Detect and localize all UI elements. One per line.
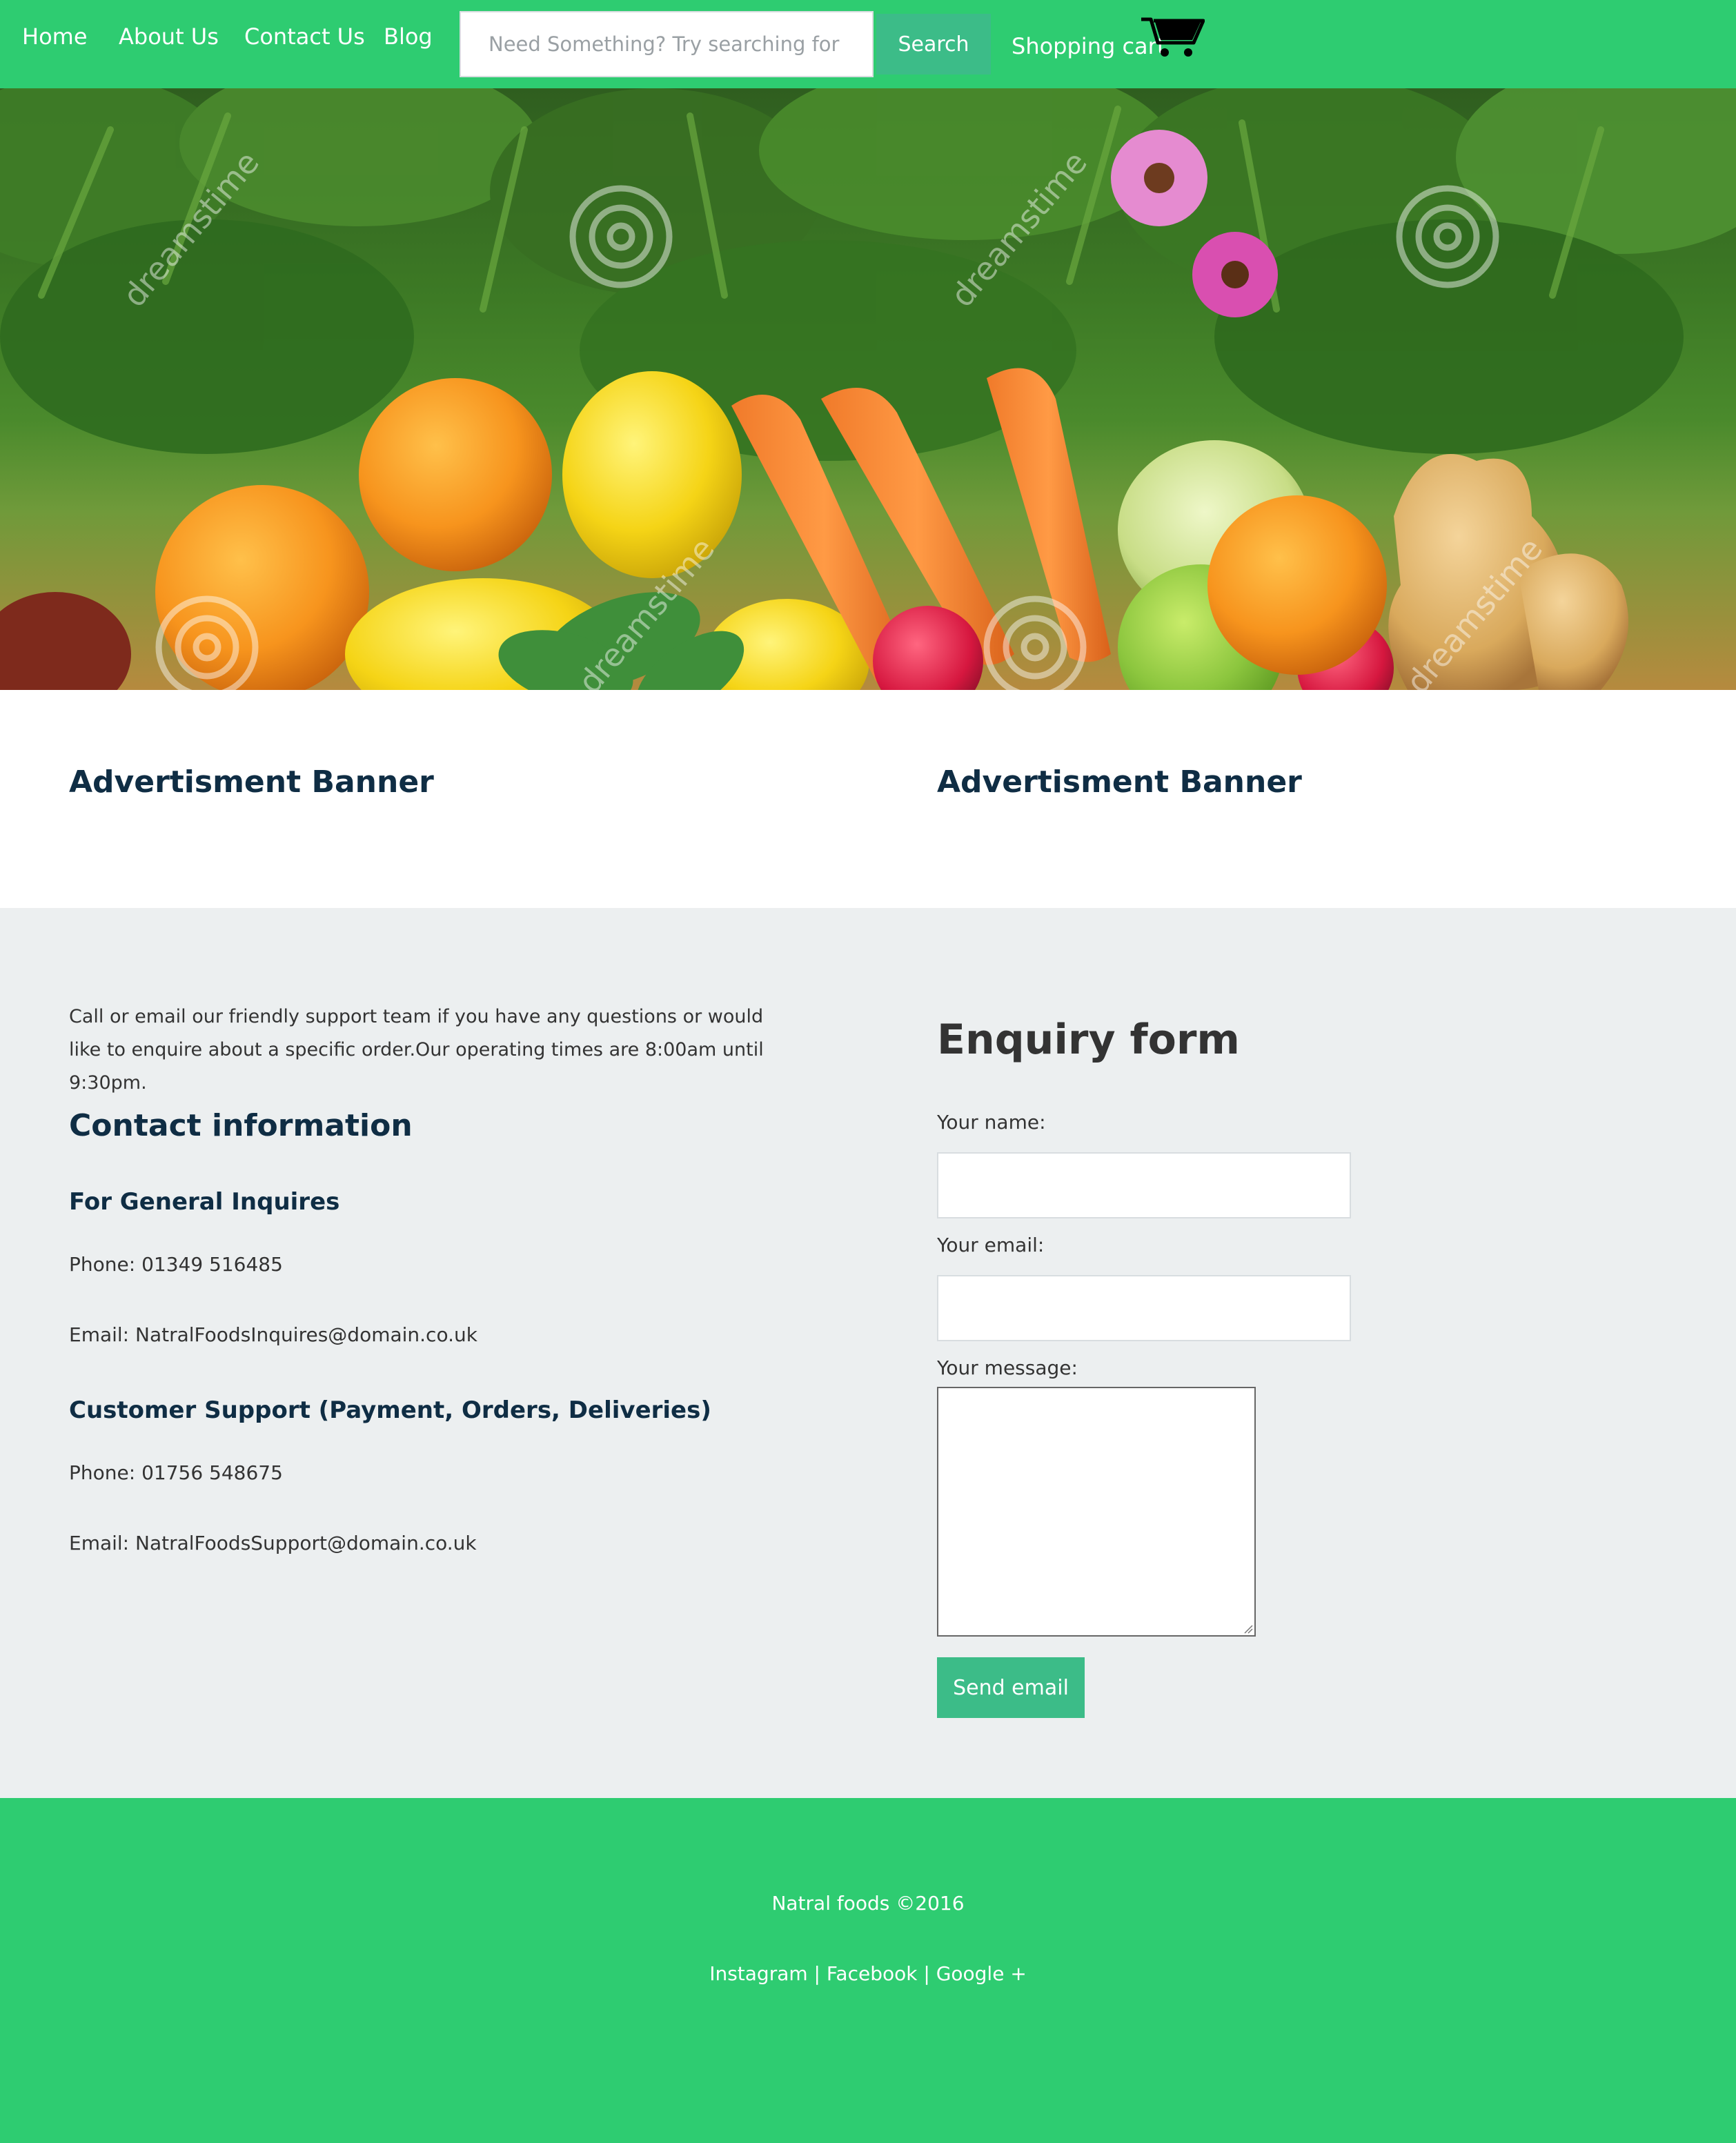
- name-field[interactable]: [937, 1152, 1351, 1218]
- send-email-button[interactable]: Send email: [937, 1657, 1085, 1718]
- advertisement-banner-right[interactable]: Advertisment Banner: [937, 764, 1302, 800]
- social-links: Instagram | Facebook | Google +: [0, 1962, 1736, 1985]
- hero-image: dreamstime dreamstime dreamstime dreamst…: [0, 88, 1736, 690]
- general-inquiries-heading: For General Inquires: [69, 1188, 340, 1216]
- nav-contact-link[interactable]: Contact Us: [244, 23, 365, 50]
- support-intro-text: Call or email our friendly support team …: [69, 1006, 764, 1094]
- search-input[interactable]: [460, 11, 874, 77]
- contact-information-heading: Contact information: [69, 1108, 413, 1143]
- navbar: Home About Us Contact Us Blog Search Sho…: [0, 0, 1736, 88]
- footer: Natral foods ©2016 Instagram | Facebook …: [0, 1798, 1736, 2143]
- fruits-vegetables-illustration: dreamstime dreamstime dreamstime dreamst…: [0, 88, 1736, 690]
- search-button[interactable]: Search: [876, 14, 991, 75]
- google-plus-link[interactable]: Google +: [936, 1962, 1027, 1985]
- message-textarea[interactable]: [937, 1387, 1256, 1637]
- customer-support-heading: Customer Support (Payment, Orders, Deliv…: [69, 1396, 711, 1424]
- general-phone: Phone: 01349 516485: [69, 1253, 283, 1276]
- enquiry-form-heading: Enquiry form: [937, 1016, 1240, 1064]
- contact-section: Call or email our friendly support team …: [0, 908, 1736, 1798]
- social-separator: |: [807, 1962, 827, 1985]
- facebook-link[interactable]: Facebook: [827, 1962, 918, 1985]
- resize-handle-icon[interactable]: [1243, 1624, 1253, 1634]
- email-field[interactable]: [937, 1275, 1351, 1341]
- support-phone: Phone: 01756 548675: [69, 1461, 283, 1484]
- general-email: Email: NatralFoodsInquires@domain.co.uk: [69, 1323, 477, 1346]
- name-label: Your name:: [937, 1111, 1046, 1134]
- instagram-link[interactable]: Instagram: [709, 1962, 807, 1985]
- nav-about-link[interactable]: About Us: [119, 23, 219, 50]
- nav-blog-link[interactable]: Blog: [384, 23, 433, 50]
- social-separator: |: [917, 1962, 936, 1985]
- support-email: Email: NatralFoodsSupport@domain.co.uk: [69, 1532, 477, 1554]
- advertisement-section: Advertisment Banner Advertisment Banner: [0, 690, 1736, 908]
- nav-home-link[interactable]: Home: [22, 23, 88, 50]
- copyright-text: Natral foods ©2016: [771, 1892, 965, 1915]
- shopping-cart-icon[interactable]: [1140, 17, 1205, 58]
- message-label: Your message:: [937, 1356, 1078, 1379]
- email-label: Your email:: [937, 1234, 1045, 1256]
- advertisement-banner-left[interactable]: Advertisment Banner: [69, 764, 434, 800]
